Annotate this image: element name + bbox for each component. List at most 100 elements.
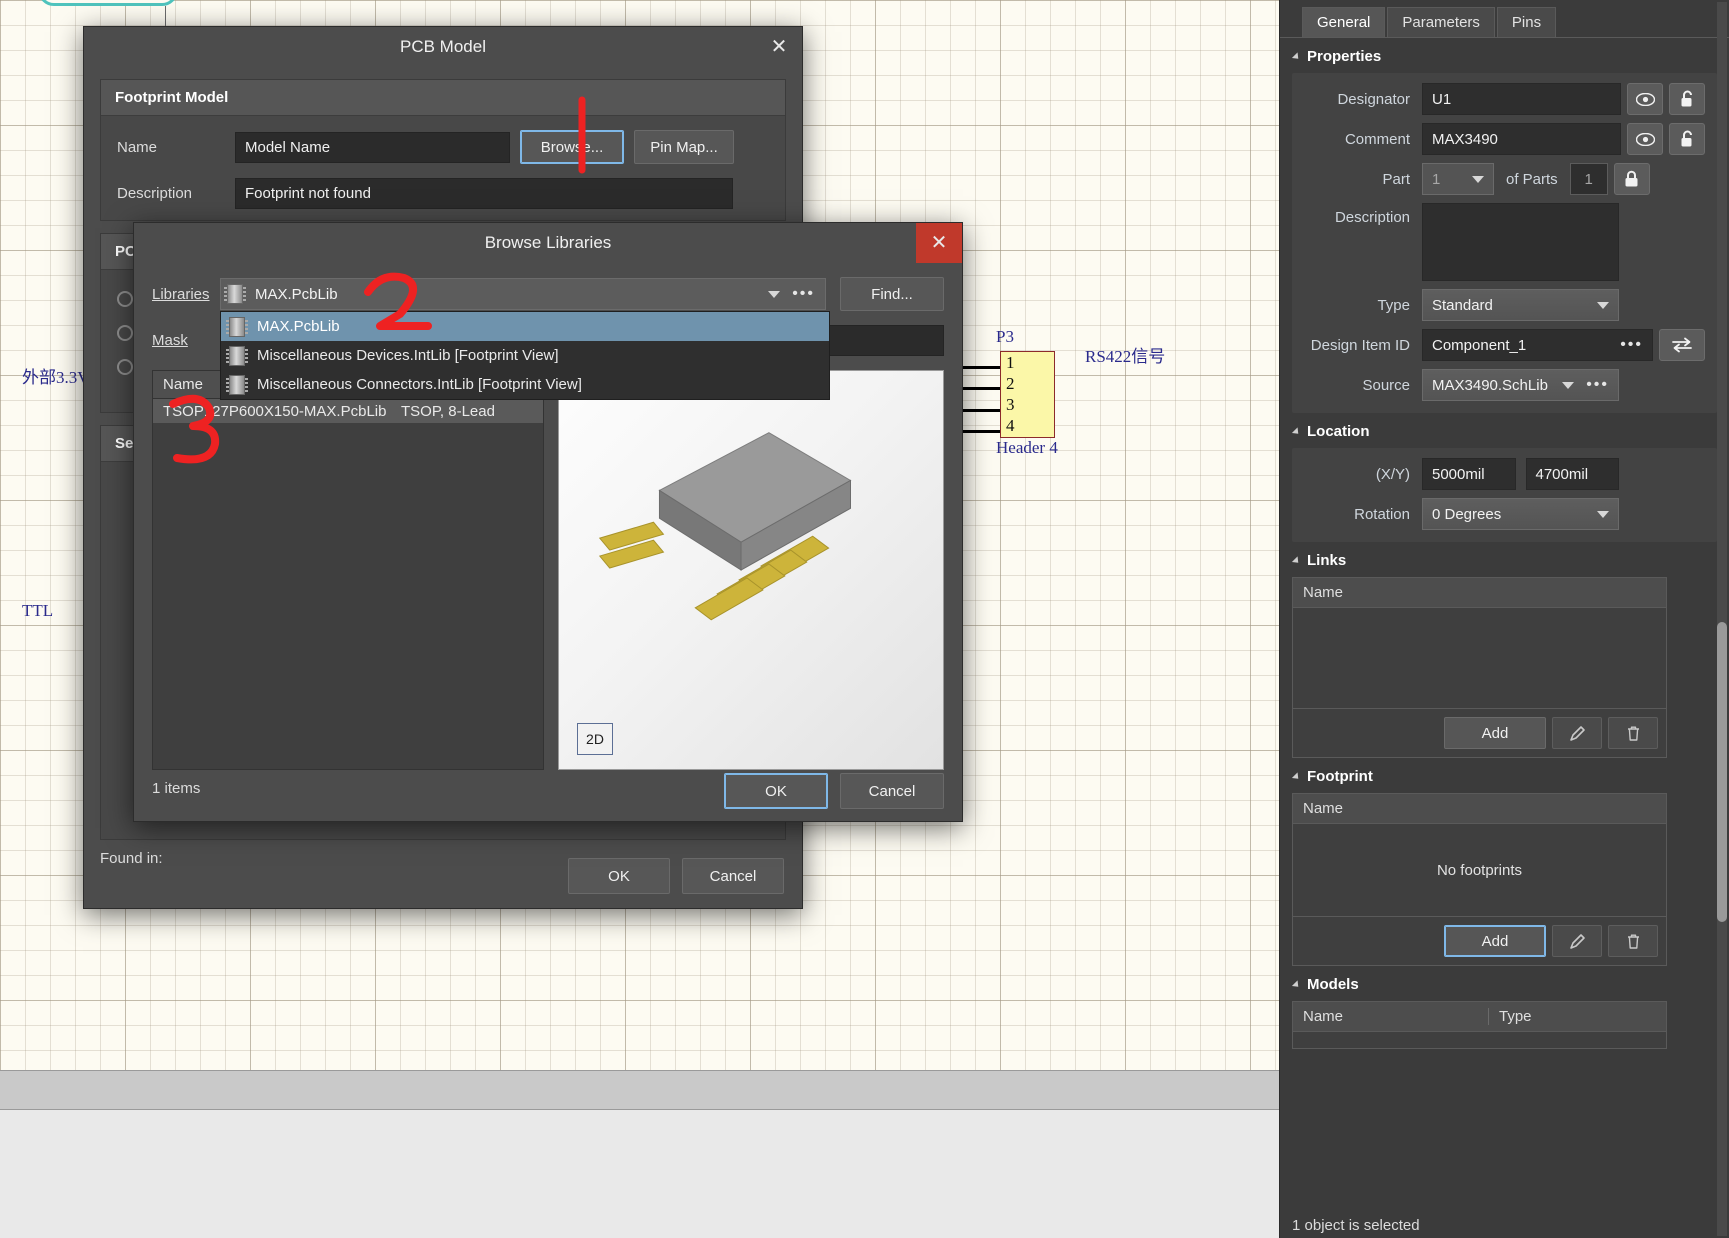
edit-pencil-icon[interactable] [1552, 925, 1602, 957]
part-select[interactable]: 1 [1422, 163, 1494, 195]
footprint-3d-model [559, 371, 943, 769]
ellipsis-icon[interactable]: ••• [792, 286, 815, 302]
designator-input[interactable]: U1 [1422, 83, 1621, 115]
footprint-preview[interactable]: 2D [558, 370, 944, 770]
collapse-triangle-icon[interactable] [1292, 772, 1301, 781]
tab-general[interactable]: General [1302, 7, 1385, 37]
section-title-properties: Properties [1307, 48, 1381, 65]
close-icon[interactable]: ✕ [916, 223, 962, 263]
browse-libraries-dialog[interactable]: Browse Libraries ✕ Libraries MAX.PcbLib … [133, 222, 963, 822]
unlock-icon[interactable] [1669, 83, 1705, 115]
schematic-rounded-shape [38, 0, 178, 6]
browse-button[interactable]: Browse... [520, 130, 624, 164]
column-header-name: Name [1293, 1008, 1489, 1025]
links-grid-body[interactable] [1293, 608, 1666, 708]
chevron-down-icon[interactable] [1472, 176, 1484, 183]
dropdown-item-max-pcblib[interactable]: MAX.PcbLib [221, 312, 829, 341]
pcb-model-cancel-button[interactable]: Cancel [682, 858, 784, 894]
source-label: Source [1304, 377, 1422, 394]
chevron-down-icon[interactable] [768, 291, 780, 298]
library-chip-icon [229, 317, 245, 337]
radio-library-path[interactable] [117, 359, 133, 375]
models-grid-body[interactable] [1293, 1032, 1666, 1048]
schematic-component-name: Header 4 [996, 438, 1058, 458]
table-row[interactable]: TSOP127P600X150-MAX.PcbLib TSOP, 8-Lead [153, 399, 543, 423]
section-header-models[interactable]: Models [1280, 966, 1729, 1001]
dropdown-item-misc-connectors[interactable]: Miscellaneous Connectors.IntLib [Footpri… [221, 370, 829, 399]
close-icon[interactable]: ✕ [756, 27, 802, 67]
library-chip-icon [229, 346, 245, 366]
row-xy: (X/Y) 5000mil 4700mil [1304, 458, 1705, 490]
tab-pins[interactable]: Pins [1497, 7, 1556, 37]
section-header-location[interactable]: Location [1280, 413, 1729, 448]
section-header-properties[interactable]: Properties [1280, 38, 1729, 73]
type-select[interactable]: Standard [1422, 289, 1619, 321]
eye-icon[interactable] [1627, 123, 1663, 155]
radio-library-name[interactable] [117, 325, 133, 341]
library-chip-icon [229, 375, 245, 395]
view-mode-2d-badge[interactable]: 2D [577, 723, 613, 755]
section-header-links[interactable]: Links [1280, 542, 1729, 577]
unlock-icon[interactable] [1669, 123, 1705, 155]
row-part: Part 1 of Parts 1 [1304, 163, 1705, 195]
properties-tabs[interactable]: General Parameters Pins [1280, 0, 1729, 38]
libraries-dropdown-list[interactable]: MAX.PcbLib Miscellaneous Devices.IntLib … [220, 311, 830, 400]
footprint-list[interactable]: Name Description TSOP127P600X150-MAX.Pcb… [152, 370, 544, 770]
schematic-bottom-fill [0, 1110, 1279, 1238]
delete-trash-icon[interactable] [1608, 717, 1658, 749]
browse-libraries-ok-button[interactable]: OK [724, 773, 828, 809]
rotation-value: 0 Degrees [1432, 506, 1501, 523]
row-rotation: Rotation 0 Degrees [1304, 498, 1705, 530]
eye-icon[interactable] [1627, 83, 1663, 115]
description-textarea[interactable] [1422, 203, 1619, 281]
models-grid[interactable]: Name Type [1292, 1001, 1667, 1049]
pin-number: 4 [1006, 415, 1046, 436]
swap-icon[interactable] [1659, 329, 1705, 361]
links-grid[interactable]: Name Add [1292, 577, 1667, 758]
chevron-down-icon[interactable] [1597, 302, 1609, 309]
collapse-triangle-icon[interactable] [1292, 980, 1301, 989]
ellipsis-icon[interactable]: ••• [1586, 377, 1609, 393]
section-header-footprint[interactable]: Footprint [1280, 758, 1729, 793]
links-add-button[interactable]: Add [1444, 717, 1546, 749]
pcb-model-ok-button[interactable]: OK [568, 858, 670, 894]
design-item-id-input[interactable]: Component_1 ••• [1422, 329, 1653, 361]
collapse-triangle-icon[interactable] [1292, 427, 1301, 436]
pin-map-button[interactable]: Pin Map... [634, 130, 734, 164]
dropdown-item-misc-devices[interactable]: Miscellaneous Devices.IntLib [Footprint … [221, 341, 829, 370]
chevron-down-icon[interactable] [1562, 382, 1574, 389]
chevron-down-icon[interactable] [1597, 511, 1609, 518]
rotation-select[interactable]: 0 Degrees [1422, 498, 1619, 530]
ellipsis-icon[interactable]: ••• [1620, 337, 1643, 353]
collapse-triangle-icon[interactable] [1292, 556, 1301, 565]
comment-input[interactable]: MAX3490 [1422, 123, 1621, 155]
radio-any[interactable] [117, 291, 133, 307]
location-x-input[interactable]: 5000mil [1422, 458, 1516, 490]
properties-card: Designator U1 Comment MAX3490 [1292, 73, 1717, 413]
design-item-id-label: Design Item ID [1304, 337, 1422, 354]
location-y-input[interactable]: 4700mil [1526, 458, 1620, 490]
browse-libraries-cancel-button[interactable]: Cancel [840, 773, 944, 809]
find-button[interactable]: Find... [840, 277, 944, 311]
libraries-combo[interactable]: MAX.PcbLib ••• [220, 278, 826, 310]
lock-icon[interactable] [1614, 163, 1650, 195]
delete-trash-icon[interactable] [1608, 925, 1658, 957]
edit-pencil-icon[interactable] [1552, 717, 1602, 749]
part-label: Part [1304, 171, 1422, 188]
section-title-location: Location [1307, 423, 1370, 440]
row-designator: Designator U1 [1304, 83, 1705, 115]
description-input[interactable]: Footprint not found [235, 178, 733, 209]
source-select[interactable]: MAX3490.SchLib ••• [1422, 369, 1619, 401]
tab-parameters[interactable]: Parameters [1387, 7, 1495, 37]
footprint-grid-body[interactable]: No footprints [1293, 824, 1666, 916]
panel-scrollbar[interactable] [1717, 2, 1727, 1236]
properties-panel[interactable]: General Parameters Pins Properties Desig… [1279, 0, 1729, 1238]
scrollbar-thumb[interactable] [1717, 622, 1727, 922]
schematic-component-pins: 1 2 3 4 [1006, 352, 1046, 436]
model-name-input[interactable]: Model Name [235, 132, 510, 163]
collapse-triangle-icon[interactable] [1292, 52, 1301, 61]
footprint-grid[interactable]: Name No footprints Add [1292, 793, 1667, 966]
row-type: Type Standard [1304, 289, 1705, 321]
cell-description: TSOP, 8-Lead [391, 403, 543, 420]
footprint-add-button[interactable]: Add [1444, 925, 1546, 957]
